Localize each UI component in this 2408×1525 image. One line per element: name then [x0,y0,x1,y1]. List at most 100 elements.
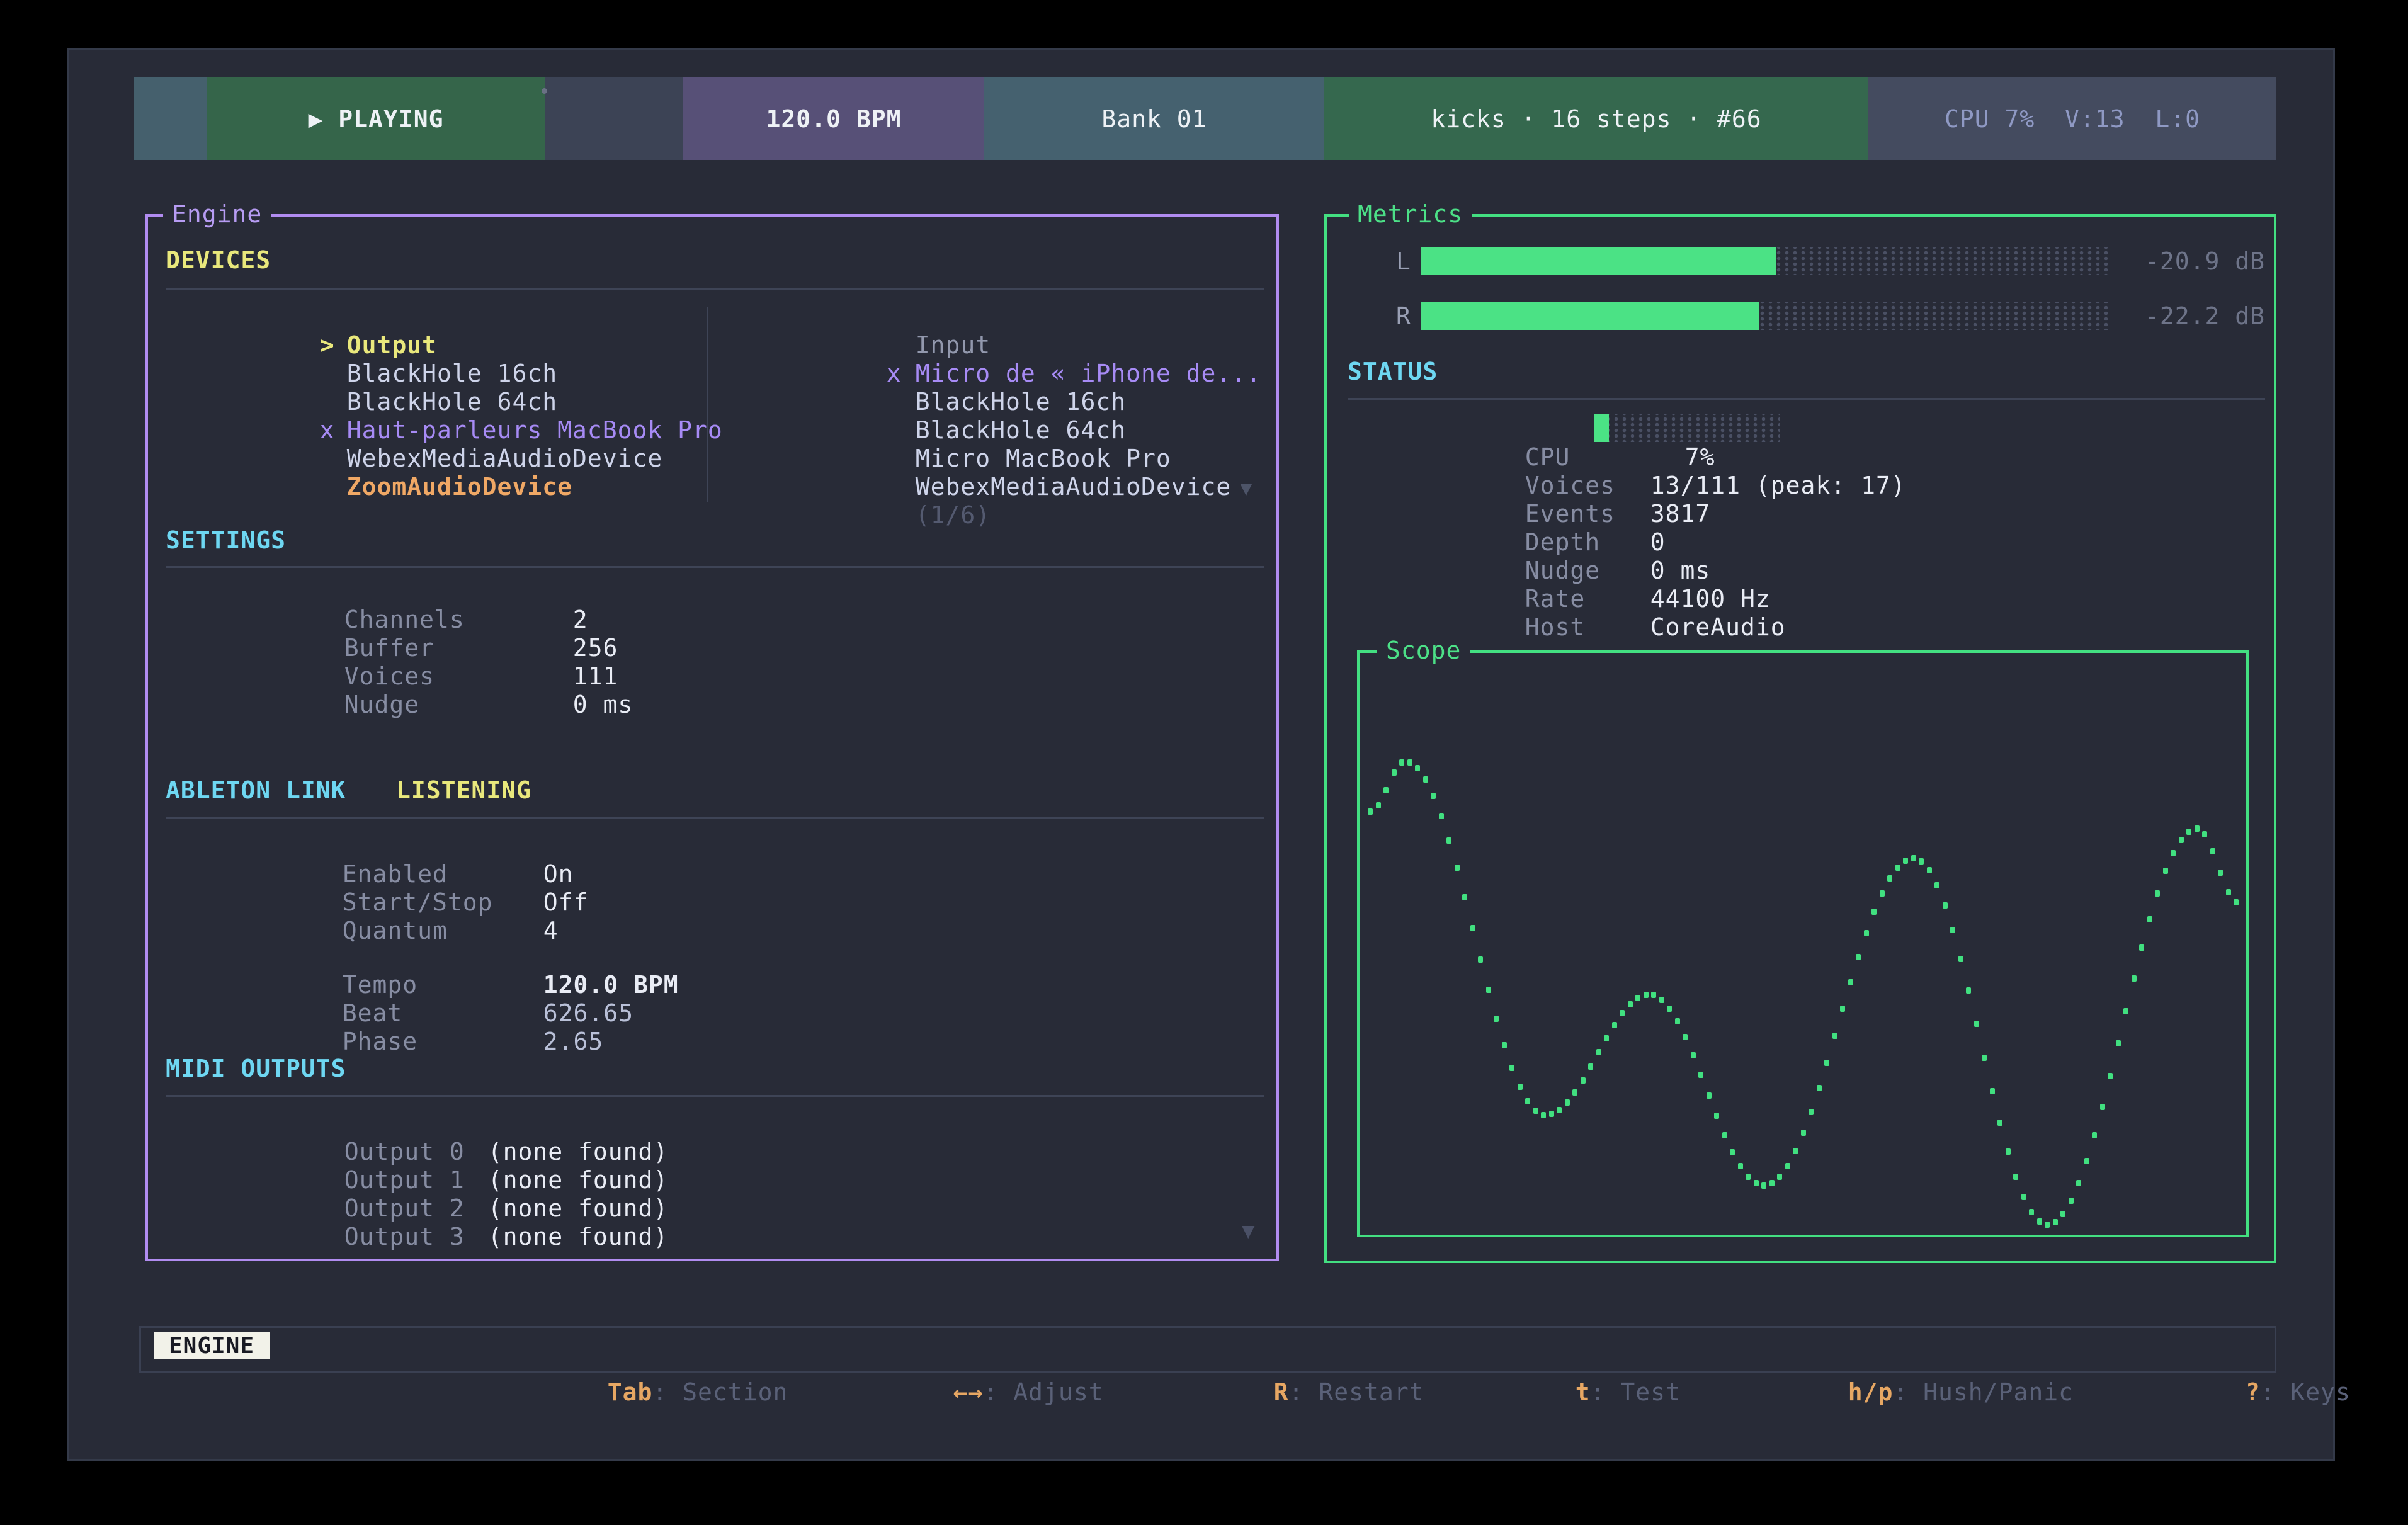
scope-sample-dot [1832,1033,1837,1039]
scope-sample-dot [1990,1088,1995,1094]
scope-sample-dot [2139,944,2144,951]
scope-sample-dot [1462,894,1467,900]
cpu-usage-bar-fill [1594,414,1609,442]
midi-output-label: Output 0 [344,1138,488,1166]
device-name: Input [916,331,991,359]
setting-label: Nudge [344,691,573,719]
key-hint: Tab: Section [457,1328,788,1371]
selection-marker-icon: x [320,416,347,445]
scope-sample-dot [1698,1072,1703,1078]
meter-bar [1421,247,2111,275]
status-rows: CPU7% Voices13/111 (peak: 17) Events3817… [1375,415,1906,613]
device-name: WebexMediaAudioDevice [916,473,1231,501]
scope-sample-dot [1446,837,1451,844]
scope-sample-dot [1982,1055,1987,1061]
dropdown-icon[interactable]: ▼ [1240,476,1252,500]
scope-sample-dot [1769,1180,1775,1186]
scope-sample-dot [1407,759,1412,766]
engine-panel-title: Engine [163,200,271,229]
scope-sample-dot [1502,1042,1507,1048]
scope-sample-dot [1754,1180,1759,1186]
key-hint: h/p: Hush/Panic [1698,1328,2074,1371]
scope-sample-dot [1628,1001,1633,1007]
topbar-segment: CPU 7% V:13 L:0 [1868,77,2276,160]
scope-sample-dot [1455,865,1460,871]
key-hint-description: : Section [652,1378,788,1406]
meter-db-value: -22.2 dB [2143,302,2265,330]
scope-sample-dot [2060,1211,2065,1217]
device-name: Output [347,331,437,359]
status-section-header: STATUS [1348,358,1438,386]
scope-sample-dot [1565,1099,1570,1106]
setting-row[interactable]: Channels2 [194,577,633,606]
scroll-down-icon[interactable]: ▼ [1242,1218,1255,1244]
scope-sample-dot [1644,992,1649,998]
keybinding-bar: ENGINE Tab: Section ←→: Adjust R: Restar… [139,1326,2276,1373]
key-hint-description: : Restart [1289,1378,1424,1406]
midi-output-rows: Output 0(none found) Output 1(none found… [194,1109,668,1223]
scope-sample-dot [2195,825,2200,832]
input-device-item[interactable]: Input [736,303,1270,331]
scope-sample-dot [1620,1010,1625,1016]
device-name: ZoomAudioDevice [347,473,572,501]
scope-sample-dot [1738,1163,1743,1169]
scope-sample-dot [1533,1108,1538,1114]
scope-sample-dot [1392,769,1397,776]
scope-sample-dot [1887,875,1892,882]
scope-sample-dot [1880,890,1885,897]
devices-section-header: DEVICES [166,246,271,275]
scope-sample-dot [1368,808,1373,815]
divider [166,288,1264,290]
link-setting-value: 4 [543,917,559,944]
meter-bar-fill [1421,247,1776,275]
scope-sample-dot [1635,995,1640,1001]
key-hint-description: : Test [1591,1378,1681,1406]
divider [166,817,1264,819]
scope-sample-dot [1581,1077,1586,1084]
scope-sample-dot [1470,925,1475,931]
midi-output-label: Output 3 [344,1223,488,1251]
topbar-segment-label: ▶ PLAYING [309,105,444,133]
scope-sample-dot [1675,1018,1680,1024]
topbar-segment: 120.0 BPM [683,77,984,160]
key-hint-description: : Adjust [984,1378,1104,1406]
scope-sample-dot [1761,1182,1766,1189]
output-device-item[interactable]: >Output [169,303,723,331]
scope-sample-dot [2013,1174,2018,1180]
link-status-badge: LISTENING [396,776,531,805]
midi-output-value: (none found) [488,1138,669,1165]
scope-sample-dot [1612,1022,1617,1028]
scope-sample-dot [1871,909,1877,915]
settings-rows: Channels2 Buffer256 Voices111 Nudge0 ms [194,577,633,691]
status-label: Nudge [1525,557,1650,585]
scope-sample-dot [2179,837,2184,843]
tempo-value: 2.65 [543,1028,604,1055]
status-label: Events [1525,500,1650,528]
scope-sample-dot [1423,776,1428,783]
scope-sample-dot [1746,1174,1751,1180]
scope-sample-dot [1415,765,1420,771]
status-value: 3817 [1650,500,1711,528]
scope-sample-dot [2053,1219,2058,1225]
selection-marker-icon: x [887,360,916,388]
scope-sample-dot [2092,1132,2097,1138]
status-value: 7% [1650,443,1715,471]
topbar-segment [545,77,683,160]
scope-sample-dot [1809,1109,1814,1115]
midi-output-row[interactable]: Output 0(none found) [194,1109,668,1138]
setting-label: Buffer [344,634,573,662]
setting-value: 111 [573,662,618,690]
meter-bar [1421,302,2111,330]
scope-sample-dot [1722,1132,1727,1138]
status-label: Rate [1525,585,1650,613]
scope-sample-dot [2132,975,2137,982]
link-setting-row[interactable]: EnabledOn [192,832,588,860]
key-hint: ←→: Adjust [803,1328,1104,1371]
scope-sample-dot [1478,956,1483,963]
metrics-panel-title: Metrics [1349,200,1472,229]
scope-sample-dot [2108,1073,2113,1079]
scope-sample-dot [2202,831,2207,837]
scope-sample-dot [1793,1148,1798,1154]
status-value: 13/111 (peak: 17) [1650,472,1906,499]
topbar-segment [134,77,207,160]
